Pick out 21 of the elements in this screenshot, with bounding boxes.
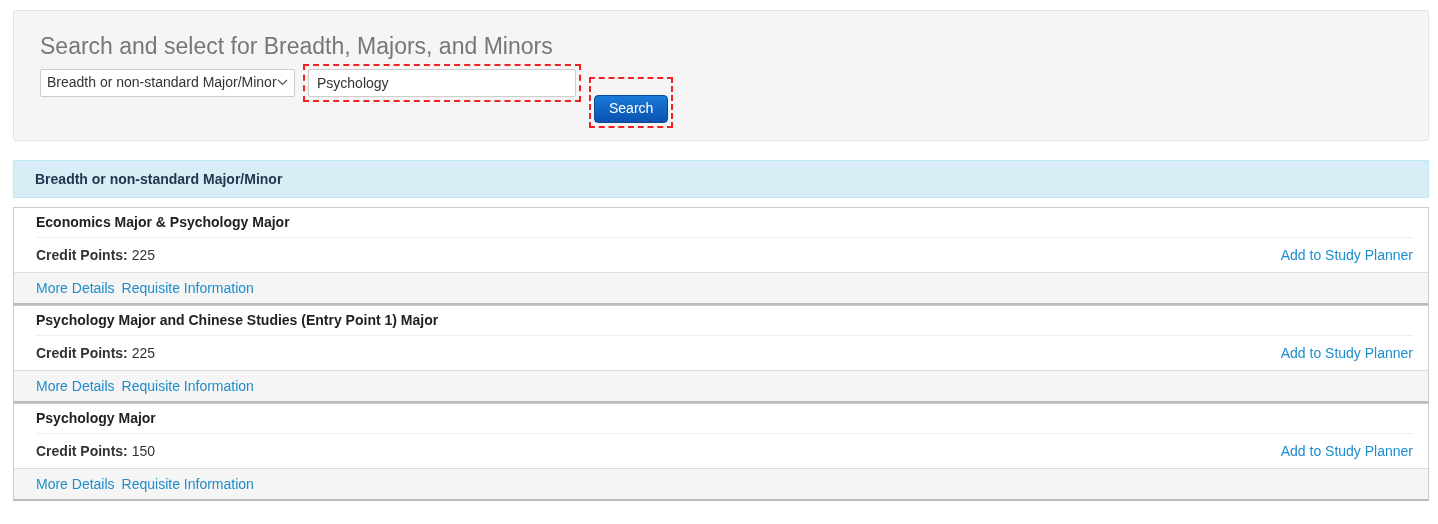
chevron-down-icon bbox=[277, 79, 288, 87]
details-link[interactable]: More Details bbox=[36, 375, 115, 397]
result-title: Psychology Major bbox=[36, 404, 1413, 434]
details-link[interactable]: Requisite Information bbox=[121, 375, 254, 397]
details-link[interactable]: More Details bbox=[36, 473, 115, 495]
credit-points: Credit Points: 225 bbox=[36, 245, 156, 265]
details-link[interactable]: Requisite Information bbox=[121, 473, 254, 495]
page-title: Search and select for Breadth, Majors, and Minors bbox=[40, 33, 554, 61]
result-title: Psychology Major and Chinese Studies (Entry Point 1) Major bbox=[36, 306, 1413, 336]
add-to-planner-link[interactable]: Add to Study Planner bbox=[1280, 440, 1413, 462]
type-dropdown[interactable]: Breadth or non-standard Major/Minor bbox=[40, 68, 295, 97]
search-field[interactable]: Psychology bbox=[308, 68, 576, 97]
details-link[interactable]: Requisite Information bbox=[121, 277, 254, 299]
search-button[interactable]: Search bbox=[594, 94, 669, 123]
add-to-planner-link[interactable]: Add to Study Planner bbox=[1280, 244, 1413, 266]
add-to-planner-link[interactable]: Add to Study Planner bbox=[1280, 342, 1413, 364]
result-title: Economics Major & Psychology Major bbox=[36, 208, 1413, 238]
credit-points: Credit Points: 225 bbox=[36, 343, 156, 363]
results-header: Breadth or non-standard Major/Minor bbox=[13, 160, 1429, 198]
details-link[interactable]: More Details bbox=[36, 277, 115, 299]
credit-points: Credit Points: 150 bbox=[36, 441, 156, 461]
